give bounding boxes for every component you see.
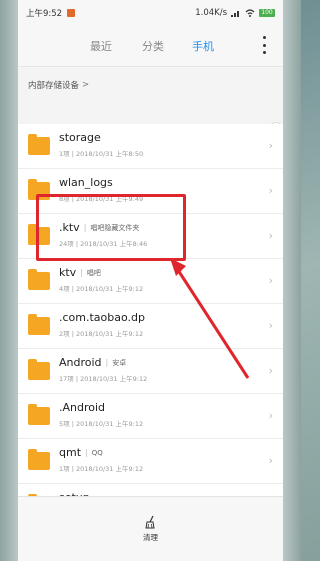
- photo-left-edge: [0, 0, 18, 561]
- phone-screen: 上午9:52 1.04K/s 100 最近 分类 手机 内部存储设备 > sto…: [18, 0, 283, 561]
- clean-button[interactable]: 清理: [143, 532, 158, 543]
- photo-right-edge: [283, 0, 301, 561]
- bottom-toolbar: 清理: [18, 496, 283, 561]
- broom-icon[interactable]: [144, 515, 158, 529]
- annotation-arrow-icon: [170, 258, 250, 379]
